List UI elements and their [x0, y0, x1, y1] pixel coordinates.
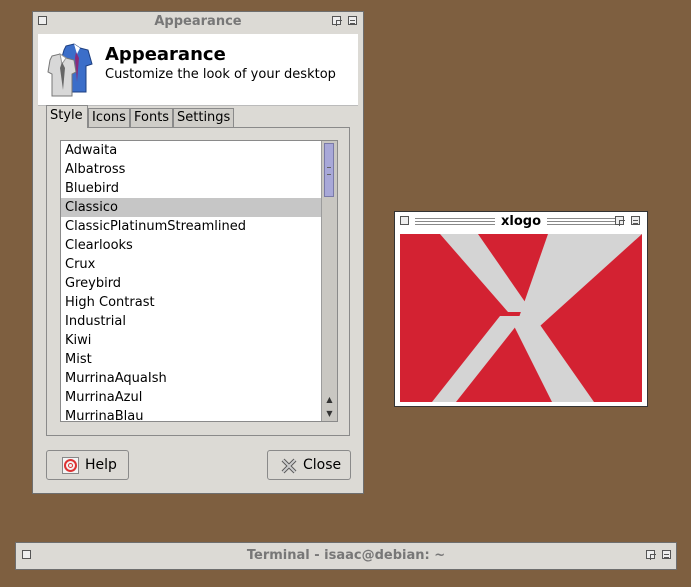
theme-item[interactable]: Kiwi	[61, 331, 337, 350]
help-button[interactable]: Help	[46, 450, 129, 480]
xlogo-canvas	[400, 234, 642, 402]
scroll-up-icon[interactable]: ▲	[324, 394, 335, 405]
maximize-icon[interactable]	[662, 550, 671, 559]
xlogo-window: xlogo	[394, 211, 648, 407]
tab-style[interactable]: Style	[46, 105, 88, 128]
help-label: Help	[85, 457, 117, 473]
theme-item[interactable]: MurrinaAquaIsh	[61, 369, 337, 388]
theme-item[interactable]: Classico	[61, 198, 337, 217]
header-title: Appearance	[105, 44, 226, 65]
appearance-shirts-icon	[47, 43, 93, 97]
appearance-titlebar[interactable]: Appearance	[33, 12, 363, 32]
terminal-titlebar[interactable]: Terminal - isaac@debian: ~	[16, 543, 676, 571]
maximize-icon[interactable]	[631, 216, 640, 225]
minimize-icon[interactable]	[332, 16, 342, 26]
scroll-down-icon[interactable]: ▼	[324, 408, 335, 419]
tab-icons[interactable]: Icons	[88, 108, 130, 127]
terminal-window[interactable]: Terminal - isaac@debian: ~	[15, 542, 677, 570]
terminal-title: Terminal - isaac@debian: ~	[246, 548, 446, 563]
minimize-icon[interactable]	[615, 216, 625, 226]
theme-list[interactable]: Adwaita Albatross Bluebird Classico ClassicP…	[60, 140, 338, 422]
theme-item[interactable]: MurrinaAzul	[61, 388, 337, 407]
tab-settings[interactable]: Settings	[173, 108, 234, 127]
theme-item[interactable]: ClassicPlatinumStreamlined	[61, 217, 337, 236]
maximize-icon[interactable]	[348, 16, 357, 25]
scrollbar-thumb[interactable]	[324, 143, 334, 197]
theme-item[interactable]: Adwaita	[61, 141, 337, 160]
close-button[interactable]: Close	[267, 450, 351, 480]
theme-item[interactable]: High Contrast	[61, 293, 337, 312]
tab-fonts[interactable]: Fonts	[130, 108, 173, 127]
theme-item[interactable]: MurrinaBlau	[61, 407, 337, 421]
theme-item[interactable]: Albatross	[61, 160, 337, 179]
close-label: Close	[303, 457, 342, 473]
theme-item[interactable]: Greybird	[61, 274, 337, 293]
appearance-window: Appearance Appearance Customize the look…	[32, 11, 364, 494]
x-logo-icon	[432, 234, 642, 402]
help-lifebuoy-icon	[62, 457, 79, 474]
theme-item[interactable]: Bluebird	[61, 179, 337, 198]
window-title: Appearance	[154, 14, 242, 29]
xlogo-title: xlogo	[395, 214, 647, 229]
dialog-header: Appearance Customize the look of your de…	[38, 34, 358, 106]
theme-item[interactable]: Crux	[61, 255, 337, 274]
close-x-icon	[281, 458, 297, 474]
theme-item[interactable]: Industrial	[61, 312, 337, 331]
theme-item[interactable]: Clearlooks	[61, 236, 337, 255]
xlogo-titlebar[interactable]: xlogo	[395, 212, 647, 232]
theme-list-scrollbar[interactable]: ▲ ▼	[321, 141, 337, 421]
theme-item[interactable]: Mist	[61, 350, 337, 369]
minimize-icon[interactable]	[646, 550, 656, 560]
header-subtitle: Customize the look of your desktop	[105, 67, 336, 82]
